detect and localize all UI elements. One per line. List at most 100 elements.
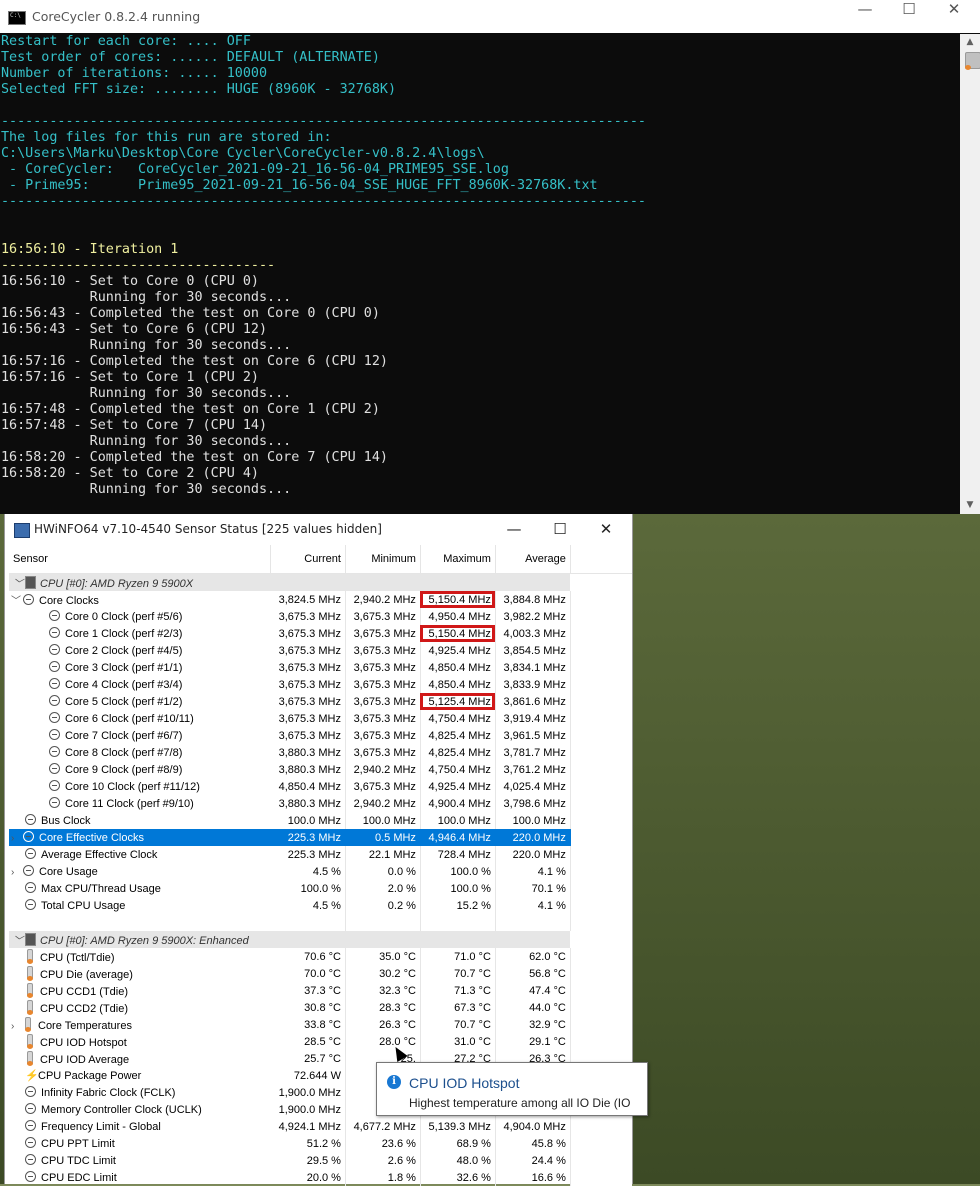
sensor-row[interactable]: Total CPU Usage 4.5 % 0.2 % 15.2 % 4.1 % <box>9 897 632 914</box>
minimize-button[interactable]: — <box>842 0 888 33</box>
average-value: 3,761.2 MHz <box>495 761 571 778</box>
console-line: 16:56:10 - Iteration 1 <box>1 242 179 257</box>
scrollbar-thumb[interactable] <box>965 52 980 70</box>
scroll-up-arrow-icon[interactable]: ▲ <box>960 34 980 51</box>
average-value: 44.0 °C <box>495 999 571 1016</box>
collapse-arrow-icon[interactable]: ﹀ <box>11 592 23 607</box>
collapse-arrow-icon[interactable]: ﹀ <box>13 575 25 590</box>
sensor-row[interactable]: Bus Clock 100.0 MHz 100.0 MHz 100.0 MHz 100.… <box>9 812 632 829</box>
column-header-average[interactable]: Average <box>495 545 571 574</box>
console-line: Running for 30 seconds... <box>1 290 292 305</box>
expand-arrow-icon[interactable]: › <box>11 1021 23 1032</box>
average-value: 47.4 °C <box>495 982 571 999</box>
sensor-row[interactable]: CPU CCD2 (Tdie) 30.8 °C 28.3 °C 67.3 °C 44.0… <box>9 999 632 1016</box>
sensor-row[interactable]: Core 11 Clock (perf #9/10) 3,880.3 MHz 2,9… <box>9 795 632 812</box>
sensor-row[interactable]: CPU CCD1 (Tdie) 37.3 °C 32.3 °C 71.3 °C 47.4… <box>9 982 632 999</box>
average-value: 3,884.8 MHz <box>495 591 571 608</box>
sensor-group-header[interactable]: ﹀ CPU [#0]: AMD Ryzen 9 5900X: Enhanced <box>9 931 632 948</box>
minimum-value: 0.0 % <box>345 863 421 880</box>
current-value: 4,850.4 MHz <box>270 778 346 795</box>
sensor-row[interactable]: CPU EDC Limit 20.0 % 1.8 % 32.6 % 16.6 % <box>9 1169 632 1186</box>
sensor-row[interactable]: › Core Temperatures 33.8 °C 26.3 °C 70.7 °C 3… <box>9 1016 632 1033</box>
console-line: 16:58:20 - Set to Core 2 (CPU 4) <box>1 466 259 481</box>
hwinfo-app-icon <box>14 523 30 538</box>
sensor-label: Core 2 Clock (perf #4/5) <box>65 645 183 657</box>
maximize-button[interactable]: ☐ <box>886 0 932 33</box>
thermometer-icon <box>27 1034 33 1049</box>
sensor-group-header[interactable]: ﹀ CPU [#0]: AMD Ryzen 9 5900X <box>9 573 632 591</box>
sensor-row[interactable]: Core 7 Clock (perf #6/7) 3,675.3 MHz 3,675… <box>9 727 632 744</box>
sensor-label: Core 5 Clock (perf #1/2) <box>65 696 183 708</box>
sensor-row[interactable]: CPU PPT Limit 51.2 % 23.6 % 68.9 % 45.8 % <box>9 1135 632 1152</box>
sensor-label: Core Temperatures <box>38 1020 132 1032</box>
column-header-minimum[interactable]: Minimum <box>345 545 421 574</box>
thermometer-icon <box>27 1051 33 1066</box>
sensor-row[interactable]: Core 3 Clock (perf #1/1) 3,675.3 MHz 3,675… <box>9 659 632 676</box>
clock-icon <box>25 1137 36 1148</box>
sensor-row[interactable]: Average Effective Clock 225.3 MHz 22.1 MHz… <box>9 846 632 863</box>
sensor-row[interactable]: Frequency Limit - Global 4,924.1 MHz 4,677… <box>9 1118 632 1135</box>
console-line: 16:57:16 - Set to Core 1 (CPU 2) <box>1 370 259 385</box>
maximum-value: 4,850.4 MHz <box>420 676 496 693</box>
current-value: 70.6 °C <box>270 948 346 965</box>
hwinfo-maximize-button[interactable]: ☐ <box>537 514 583 545</box>
scroll-down-arrow-icon[interactable]: ▼ <box>960 497 980 514</box>
average-value: 3,834.1 MHz <box>495 659 571 676</box>
clock-icon <box>25 1086 36 1097</box>
sensor-row[interactable]: CPU TDC Limit 29.5 % 2.6 % 48.0 % 24.4 % <box>9 1152 632 1169</box>
console-titlebar[interactable]: CoreCycler 0.8.2.4 running — ☐ ✕ <box>0 0 980 33</box>
maximum-value: 4,750.4 MHz <box>420 710 496 727</box>
hwinfo-close-button[interactable]: ✕ <box>583 514 629 545</box>
sensor-row[interactable]: › Core Effective Clocks 225.3 MHz 0.5 MHz 4,… <box>9 829 632 846</box>
column-header-current[interactable]: Current <box>270 545 346 574</box>
sensor-row[interactable]: CPU IOD Hotspot 28.5 °C 28.0 °C 31.0 °C 29.1… <box>9 1033 632 1050</box>
average-value: 56.8 °C <box>495 965 571 982</box>
maximum-value: 31.0 °C <box>420 1033 496 1050</box>
sensor-row[interactable]: Core 5 Clock (perf #1/2) 3,675.3 MHz 3,675… <box>9 693 632 710</box>
collapse-arrow-icon[interactable]: ﹀ <box>13 932 25 947</box>
sensor-row[interactable]: Max CPU/Thread Usage 100.0 % 2.0 % 100.0 % 7… <box>9 880 632 897</box>
sensor-row[interactable]: Core 1 Clock (perf #2/3) 3,675.3 MHz 3,675… <box>9 625 632 642</box>
sensor-row[interactable]: Core 0 Clock (perf #5/6) 3,675.3 MHz 3,675… <box>9 608 632 625</box>
sensor-row[interactable]: Core 10 Clock (perf #11/12) 4,850.4 MHz 3,… <box>9 778 632 795</box>
console-line: Test order of cores: ...... DEFAULT (ALT… <box>1 50 380 65</box>
minimum-value: 3,675.3 MHz <box>345 710 421 727</box>
average-value: 3,861.6 MHz <box>495 693 571 710</box>
current-value: 3,675.3 MHz <box>270 710 346 727</box>
maximum-value: 4,850.4 MHz <box>420 659 496 676</box>
average-value: 4,003.3 MHz <box>495 625 571 642</box>
sensor-row[interactable]: Core 6 Clock (perf #10/11) 3,675.3 MHz 3,6… <box>9 710 632 727</box>
average-value: 3,961.5 MHz <box>495 727 571 744</box>
maximum-value: 4,825.4 MHz <box>420 744 496 761</box>
maximum-value: 5,125.4 MHz <box>420 693 496 710</box>
console-line: Restart for each core: .... OFF <box>1 34 251 49</box>
sensor-row[interactable]: Core 8 Clock (perf #7/8) 3,880.3 MHz 3,675… <box>9 744 632 761</box>
sensor-row[interactable]: CPU (Tctl/Tdie) 70.6 °C 35.0 °C 71.0 °C 62.0… <box>9 948 632 965</box>
hwinfo-titlebar[interactable]: HWiNFO64 v7.10-4540 Sensor Status [225 v… <box>5 514 632 545</box>
sensor-row[interactable]: ﹀ Core Clocks 3,824.5 MHz 2,940.2 MHz 5,150.… <box>9 591 632 608</box>
sensor-row[interactable]: Core 4 Clock (perf #3/4) 3,675.3 MHz 3,675… <box>9 676 632 693</box>
sensor-row[interactable]: Core 2 Clock (perf #4/5) 3,675.3 MHz 3,675… <box>9 642 632 659</box>
sensor-label: Core 0 Clock (perf #5/6) <box>65 611 183 623</box>
sensor-row[interactable]: Core 9 Clock (perf #8/9) 3,880.3 MHz 2,940… <box>9 761 632 778</box>
average-value: 45.8 % <box>495 1135 571 1152</box>
column-header-maximum[interactable]: Maximum <box>420 545 496 574</box>
sensor-label: CPU PPT Limit <box>41 1138 115 1150</box>
column-header-sensor[interactable]: Sensor <box>9 545 271 574</box>
current-value: 3,880.3 MHz <box>270 744 346 761</box>
sensor-row[interactable]: CPU Die (average) 70.0 °C 30.2 °C 70.7 °C 56… <box>9 965 632 982</box>
console-scrollbar[interactable]: ▲ ▼ <box>960 34 980 514</box>
clock-icon <box>25 814 36 825</box>
minimum-value: 3,675.3 MHz <box>345 693 421 710</box>
close-button[interactable]: ✕ <box>931 0 977 33</box>
console-line: The log files for this run are stored in… <box>1 130 332 145</box>
expand-arrow-icon[interactable]: › <box>11 867 23 878</box>
console-line: Selected FFT size: ........ HUGE (8960K … <box>1 82 397 97</box>
sensor-row[interactable]: › Core Usage 4.5 % 0.0 % 100.0 % 4.1 % <box>9 863 632 880</box>
hwinfo-minimize-button[interactable]: — <box>491 514 537 545</box>
expand-arrow-icon[interactable]: › <box>11 833 23 844</box>
clock-icon <box>49 729 60 740</box>
clock-icon <box>49 661 60 672</box>
average-value: 3,833.9 MHz <box>495 676 571 693</box>
